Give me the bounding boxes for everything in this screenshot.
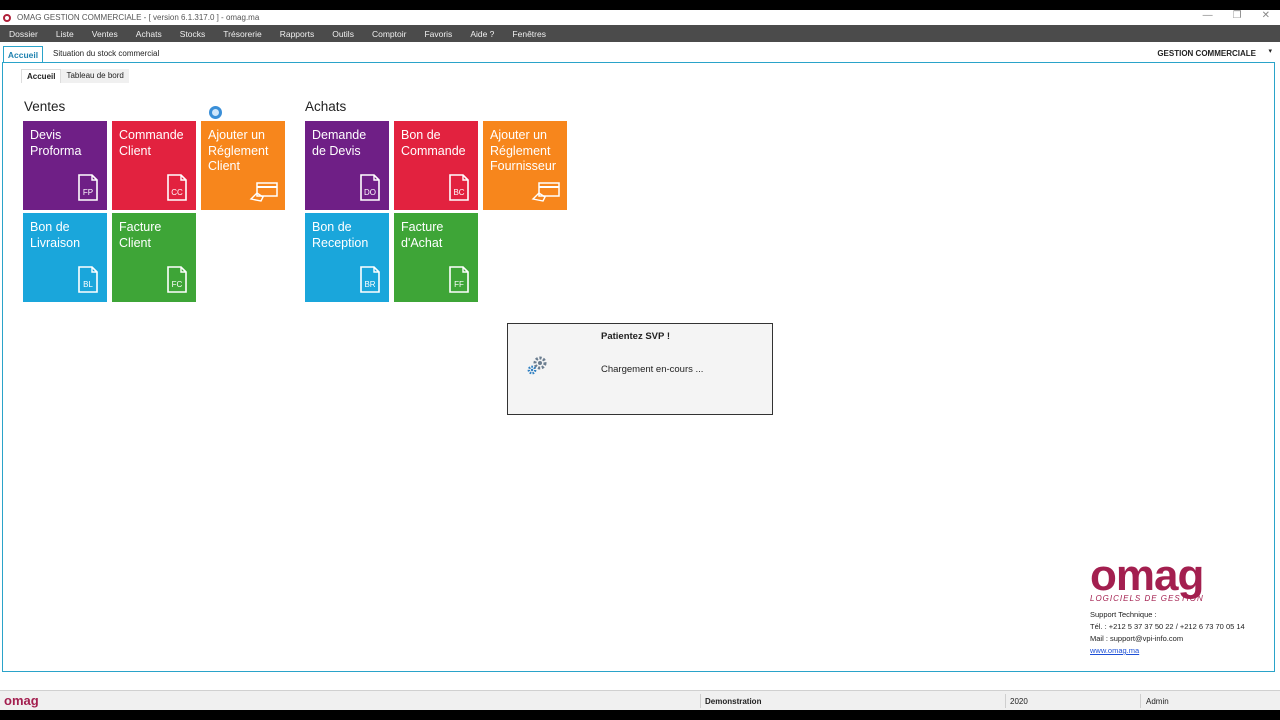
- support-mail: Mail : support@vpi-info.com: [1090, 634, 1184, 643]
- window-controls: — ❐ ✕: [1203, 10, 1270, 21]
- window-titlebar: OMAG GESTION COMMERCIALE - [ version 6.1…: [0, 10, 1280, 25]
- doc-code: CC: [171, 188, 183, 197]
- brand-block: omag LOGICIELS DE GESTION Support Techni…: [1090, 551, 1270, 657]
- status-user: Admin: [1146, 697, 1169, 706]
- status-separator: [700, 694, 701, 708]
- tile-demande-de-devis[interactable]: Demande de Devis DO: [305, 121, 389, 210]
- module-dropdown-icon[interactable]: ▾: [1268, 47, 1272, 55]
- tile-label: Bon de Reception: [312, 220, 369, 250]
- support-phone: Tél. : +212 5 37 37 50 22 / +212 6 73 70…: [1090, 622, 1245, 631]
- doc-code: DO: [364, 188, 376, 197]
- tile-ajouter-reglement-fournisseur[interactable]: Ajouter un Réglement Fournisseur: [483, 121, 567, 210]
- tile-commande-client[interactable]: Commande Client CC: [112, 121, 196, 210]
- support-title: Support Technique :: [1090, 610, 1157, 619]
- tile-label: Ajouter un Réglement Fournisseur: [490, 128, 556, 173]
- tile-facture-client[interactable]: Facture Client FC: [112, 213, 196, 302]
- dialog-message: Chargement en-cours ...: [601, 364, 704, 375]
- doc-code: BR: [364, 280, 375, 289]
- doc-code: FF: [454, 280, 464, 289]
- subtab-tableau-de-bord[interactable]: Tableau de bord: [61, 69, 129, 83]
- window-title: OMAG GESTION COMMERCIALE - [ version 6.1…: [17, 13, 260, 22]
- ventes-title: Ventes: [24, 99, 66, 114]
- tile-label: Facture Client: [119, 220, 162, 250]
- tile-devis-proforma[interactable]: Devis Proforma FP: [23, 121, 107, 210]
- doc-code: FC: [172, 280, 183, 289]
- document-tabs: Accueil Situation du stock commercial GE…: [0, 46, 1280, 63]
- tile-bon-de-commande[interactable]: Bon de Commande BC: [394, 121, 478, 210]
- tile-label: Commande Client: [119, 128, 184, 158]
- menu-bar: Dossier Liste Ventes Achats Stocks Tréso…: [0, 25, 1280, 42]
- tab-situation-stock[interactable]: Situation du stock commercial: [53, 49, 159, 58]
- doc-code: FP: [83, 188, 93, 197]
- status-year: 2020: [1010, 697, 1028, 706]
- close-button[interactable]: ✕: [1262, 10, 1270, 21]
- app-logo-icon: [3, 13, 11, 22]
- menu-liste[interactable]: Liste: [47, 29, 83, 39]
- module-label: GESTION COMMERCIALE: [1157, 49, 1256, 58]
- status-separator: [1140, 694, 1141, 708]
- menu-achats[interactable]: Achats: [127, 29, 171, 39]
- doc-code: BL: [83, 280, 93, 289]
- document-fc-icon: FC: [167, 266, 187, 293]
- tile-label: Bon de Commande: [401, 128, 466, 158]
- status-separator: [1005, 694, 1006, 708]
- subtab-accueil[interactable]: Accueil: [21, 69, 62, 83]
- tile-label: Devis Proforma: [30, 128, 82, 158]
- menu-aide[interactable]: Aide ?: [461, 29, 503, 39]
- achats-title: Achats: [305, 99, 347, 114]
- menu-ventes[interactable]: Ventes: [83, 29, 127, 39]
- tile-label: Ajouter un Réglement Client: [208, 128, 269, 173]
- tile-bon-de-reception[interactable]: Bon de Reception BR: [305, 213, 389, 302]
- tile-bon-de-livraison[interactable]: Bon de Livraison BL: [23, 213, 107, 302]
- status-logo: omag: [4, 693, 39, 708]
- tile-label: Facture d'Achat: [401, 220, 444, 250]
- payment-card-icon: [531, 182, 560, 202]
- tile-label: Bon de Livraison: [30, 220, 81, 250]
- document-bc-icon: BC: [449, 174, 469, 201]
- tile-ajouter-reglement-client[interactable]: Ajouter un Réglement Client: [201, 121, 285, 210]
- gears-icon: [527, 356, 547, 375]
- tab-accueil[interactable]: Accueil: [3, 46, 43, 63]
- document-fp-icon: FP: [78, 174, 98, 201]
- menu-favoris[interactable]: Favoris: [415, 29, 461, 39]
- menu-dossier[interactable]: Dossier: [0, 29, 47, 39]
- menu-rapports[interactable]: Rapports: [271, 29, 324, 39]
- document-cc-icon: CC: [167, 174, 187, 201]
- brand-tagline: LOGICIELS DE GESTION: [1090, 594, 1204, 603]
- payment-card-icon: [249, 182, 278, 202]
- status-bar: omag Demonstration 2020 Admin: [0, 690, 1280, 710]
- document-do-icon: DO: [360, 174, 380, 201]
- menu-stocks[interactable]: Stocks: [171, 29, 215, 39]
- dialog-title: Patientez SVP !: [601, 331, 670, 342]
- website-link[interactable]: www.omag.ma: [1090, 645, 1270, 657]
- subtabs: Accueil Tableau de bord: [21, 69, 129, 83]
- tile-label: Demande de Devis: [312, 128, 367, 158]
- brand-logo: omag: [1090, 551, 1204, 600]
- doc-code: BC: [453, 188, 464, 197]
- loading-dialog: Patientez SVP ! Chargement en-cours ...: [507, 323, 773, 415]
- status-mode: Demonstration: [705, 697, 762, 706]
- minimize-button[interactable]: —: [1203, 10, 1213, 21]
- menu-tresorerie[interactable]: Trésorerie: [214, 29, 270, 39]
- tile-facture-achat[interactable]: Facture d'Achat FF: [394, 213, 478, 302]
- menu-comptoir[interactable]: Comptoir: [363, 29, 415, 39]
- menu-fenetres[interactable]: Fenêtres: [503, 29, 555, 39]
- maximize-button[interactable]: ❐: [1233, 10, 1242, 21]
- document-ff-icon: FF: [449, 266, 469, 293]
- busy-cursor-icon: [209, 106, 222, 119]
- menu-outils[interactable]: Outils: [323, 29, 363, 39]
- document-br-icon: BR: [360, 266, 380, 293]
- document-bl-icon: BL: [78, 266, 98, 293]
